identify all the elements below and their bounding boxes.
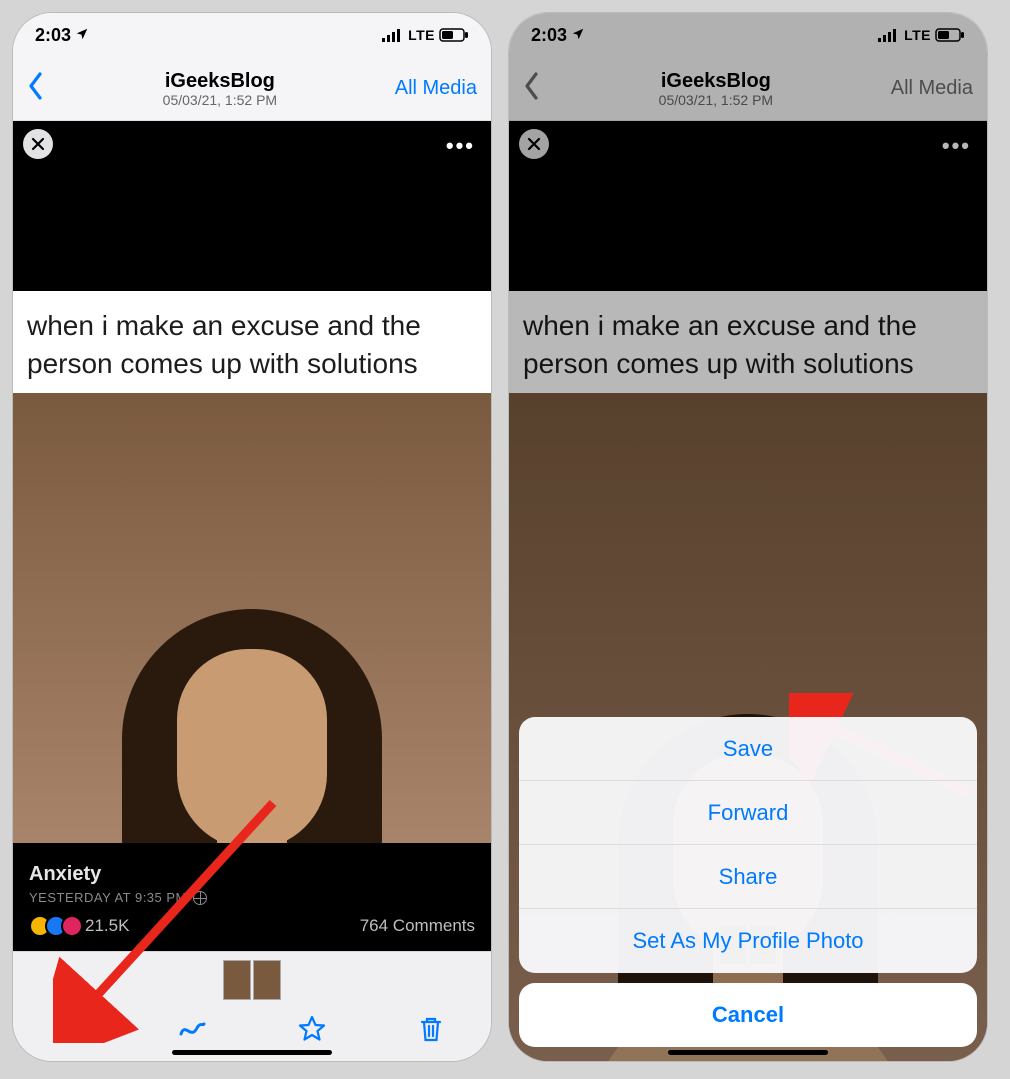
close-button[interactable] bbox=[519, 129, 549, 159]
all-media-button[interactable]: All Media bbox=[395, 77, 477, 100]
action-sheet: Save Forward Share Set As My Profile Pho… bbox=[519, 717, 977, 1047]
globe-icon bbox=[193, 891, 207, 905]
viewer-top-padding bbox=[13, 121, 491, 291]
reaction-count: 21.5K bbox=[85, 916, 129, 936]
action-save[interactable]: Save bbox=[519, 717, 977, 781]
status-bar: 2:03 LTE bbox=[13, 13, 491, 57]
network-label: LTE bbox=[904, 27, 931, 43]
share-button[interactable] bbox=[58, 1014, 88, 1049]
nav-title-block: iGeeksBlog 05/03/21, 1:52 PM bbox=[163, 70, 277, 108]
status-time: 2:03 bbox=[531, 25, 567, 46]
bottom-toolbar bbox=[13, 951, 491, 1061]
all-media-button[interactable]: All Media bbox=[891, 77, 973, 100]
meme-caption: when i make an excuse and the person com… bbox=[13, 291, 491, 393]
nav-bar: iGeeksBlog 05/03/21, 1:52 PM All Media bbox=[13, 57, 491, 121]
action-forward[interactable]: Forward bbox=[519, 781, 977, 845]
more-options-button[interactable]: ••• bbox=[446, 133, 475, 159]
nav-title: iGeeksBlog bbox=[163, 70, 277, 92]
media-viewer: ••• when i make an excuse and the person… bbox=[13, 121, 491, 951]
thumbnail-strip[interactable] bbox=[13, 952, 491, 1002]
comments-count: 764 Comments bbox=[360, 916, 475, 936]
nav-subtitle: 05/03/21, 1:52 PM bbox=[659, 92, 773, 108]
close-button[interactable] bbox=[23, 129, 53, 159]
more-options-button[interactable]: ••• bbox=[942, 133, 971, 159]
nav-title-block: iGeeksBlog 05/03/21, 1:52 PM bbox=[659, 70, 773, 108]
cellular-signal-icon bbox=[878, 28, 900, 42]
delete-button[interactable] bbox=[416, 1014, 446, 1049]
reaction-icons bbox=[29, 915, 77, 937]
home-indicator[interactable] bbox=[668, 1050, 828, 1055]
status-time: 2:03 bbox=[35, 25, 71, 46]
battery-icon bbox=[935, 28, 965, 42]
back-button[interactable] bbox=[523, 72, 541, 105]
nav-subtitle: 05/03/21, 1:52 PM bbox=[163, 92, 277, 108]
home-indicator[interactable] bbox=[172, 1050, 332, 1055]
action-cancel[interactable]: Cancel bbox=[519, 983, 977, 1047]
action-share[interactable]: Share bbox=[519, 845, 977, 909]
post-timestamp: YESTERDAY AT 9:35 PM bbox=[29, 890, 475, 905]
meme-image[interactable] bbox=[13, 393, 491, 843]
network-label: LTE bbox=[408, 27, 435, 43]
back-button[interactable] bbox=[27, 72, 45, 105]
location-icon bbox=[75, 25, 89, 46]
markup-button[interactable] bbox=[177, 1014, 207, 1049]
meme-caption: when i make an excuse and the person com… bbox=[509, 291, 987, 393]
action-set-profile-photo[interactable]: Set As My Profile Photo bbox=[519, 909, 977, 973]
status-bar: 2:03 LTE bbox=[509, 13, 987, 57]
phone-right: 2:03 LTE iGeeksBlog 05/03/21, 1:52 PM Al… bbox=[508, 12, 988, 1062]
location-icon bbox=[571, 25, 585, 46]
favorite-button[interactable] bbox=[297, 1014, 327, 1049]
phone-left: 2:03 LTE iGeeksBlog 05/03/21, 1:52 PM Al… bbox=[12, 12, 492, 1062]
battery-icon bbox=[439, 28, 469, 42]
post-title: Anxiety bbox=[29, 863, 475, 886]
meme-footer: Anxiety YESTERDAY AT 9:35 PM 21.5K 764 C… bbox=[13, 843, 491, 951]
viewer-top-padding bbox=[509, 121, 987, 291]
nav-bar: iGeeksBlog 05/03/21, 1:52 PM All Media bbox=[509, 57, 987, 121]
nav-title: iGeeksBlog bbox=[659, 70, 773, 92]
cellular-signal-icon bbox=[382, 28, 404, 42]
